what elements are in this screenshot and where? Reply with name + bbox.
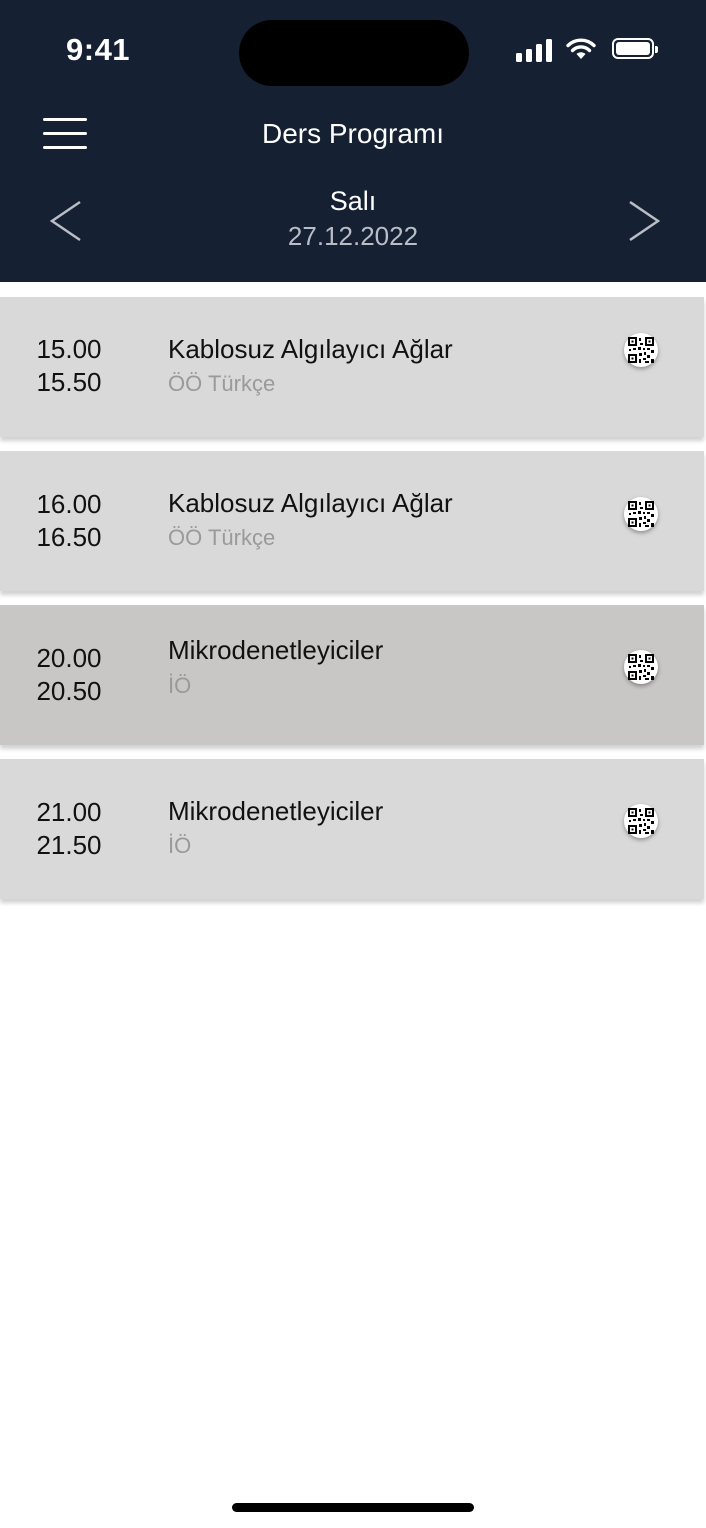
qr-code-icon xyxy=(628,337,654,363)
lesson-start-time: 15.00 xyxy=(36,334,102,364)
course-name: Mikrodenetleyiciler xyxy=(168,796,384,826)
day-date: 27.12.2022 xyxy=(287,221,419,251)
day-name: Salı xyxy=(329,186,377,216)
course-name: Kablosuz Algılayıcı Ağlar xyxy=(168,334,453,364)
lesson-end-time: 21.50 xyxy=(36,830,102,860)
qr-code-button[interactable] xyxy=(624,497,658,531)
lesson-card[interactable]: 15.00 15.50 Kablosuz Algılayıcı Ağlar ÖÖ… xyxy=(0,297,704,437)
course-detail: ÖÖ Türkçe xyxy=(168,525,276,550)
lesson-start-time: 21.00 xyxy=(36,797,102,827)
lesson-end-time: 20.50 xyxy=(36,676,102,706)
page-title: Ders Programı xyxy=(261,118,445,149)
chevron-right-icon[interactable] xyxy=(624,196,664,246)
qr-code-button[interactable] xyxy=(624,333,658,367)
qr-code-icon xyxy=(628,501,654,527)
battery-icon xyxy=(612,38,658,59)
status-time: 9:41 xyxy=(66,32,131,67)
home-indicator[interactable] xyxy=(232,1503,474,1512)
lesson-card[interactable]: 16.00 16.50 Kablosuz Algılayıcı Ağlar ÖÖ… xyxy=(0,451,704,591)
wifi-icon xyxy=(566,38,596,59)
lesson-start-time: 20.00 xyxy=(36,643,102,673)
app-header: 9:41 Ders Programı Salı 27.12.2022 xyxy=(0,0,706,282)
lesson-end-time: 16.50 xyxy=(36,522,102,552)
cellular-signal-icon xyxy=(516,36,554,62)
lesson-end-time: 15.50 xyxy=(36,367,102,397)
course-detail: ÖÖ Türkçe xyxy=(168,371,276,396)
qr-code-icon xyxy=(628,654,654,680)
course-name: Kablosuz Algılayıcı Ağlar xyxy=(168,488,453,518)
lesson-card-selected[interactable]: 20.00 20.50 Mikrodenetleyiciler İÖ xyxy=(0,605,704,745)
dynamic-island xyxy=(239,20,469,86)
lesson-start-time: 16.00 xyxy=(36,489,102,519)
course-detail: İÖ xyxy=(168,833,192,858)
qr-code-icon xyxy=(628,808,654,834)
course-detail: İÖ xyxy=(168,673,192,698)
course-name: Mikrodenetleyiciler xyxy=(168,635,384,665)
qr-code-button[interactable] xyxy=(624,804,658,838)
qr-code-button[interactable] xyxy=(624,650,658,684)
lesson-card[interactable]: 21.00 21.50 Mikrodenetleyiciler İÖ xyxy=(0,759,704,899)
